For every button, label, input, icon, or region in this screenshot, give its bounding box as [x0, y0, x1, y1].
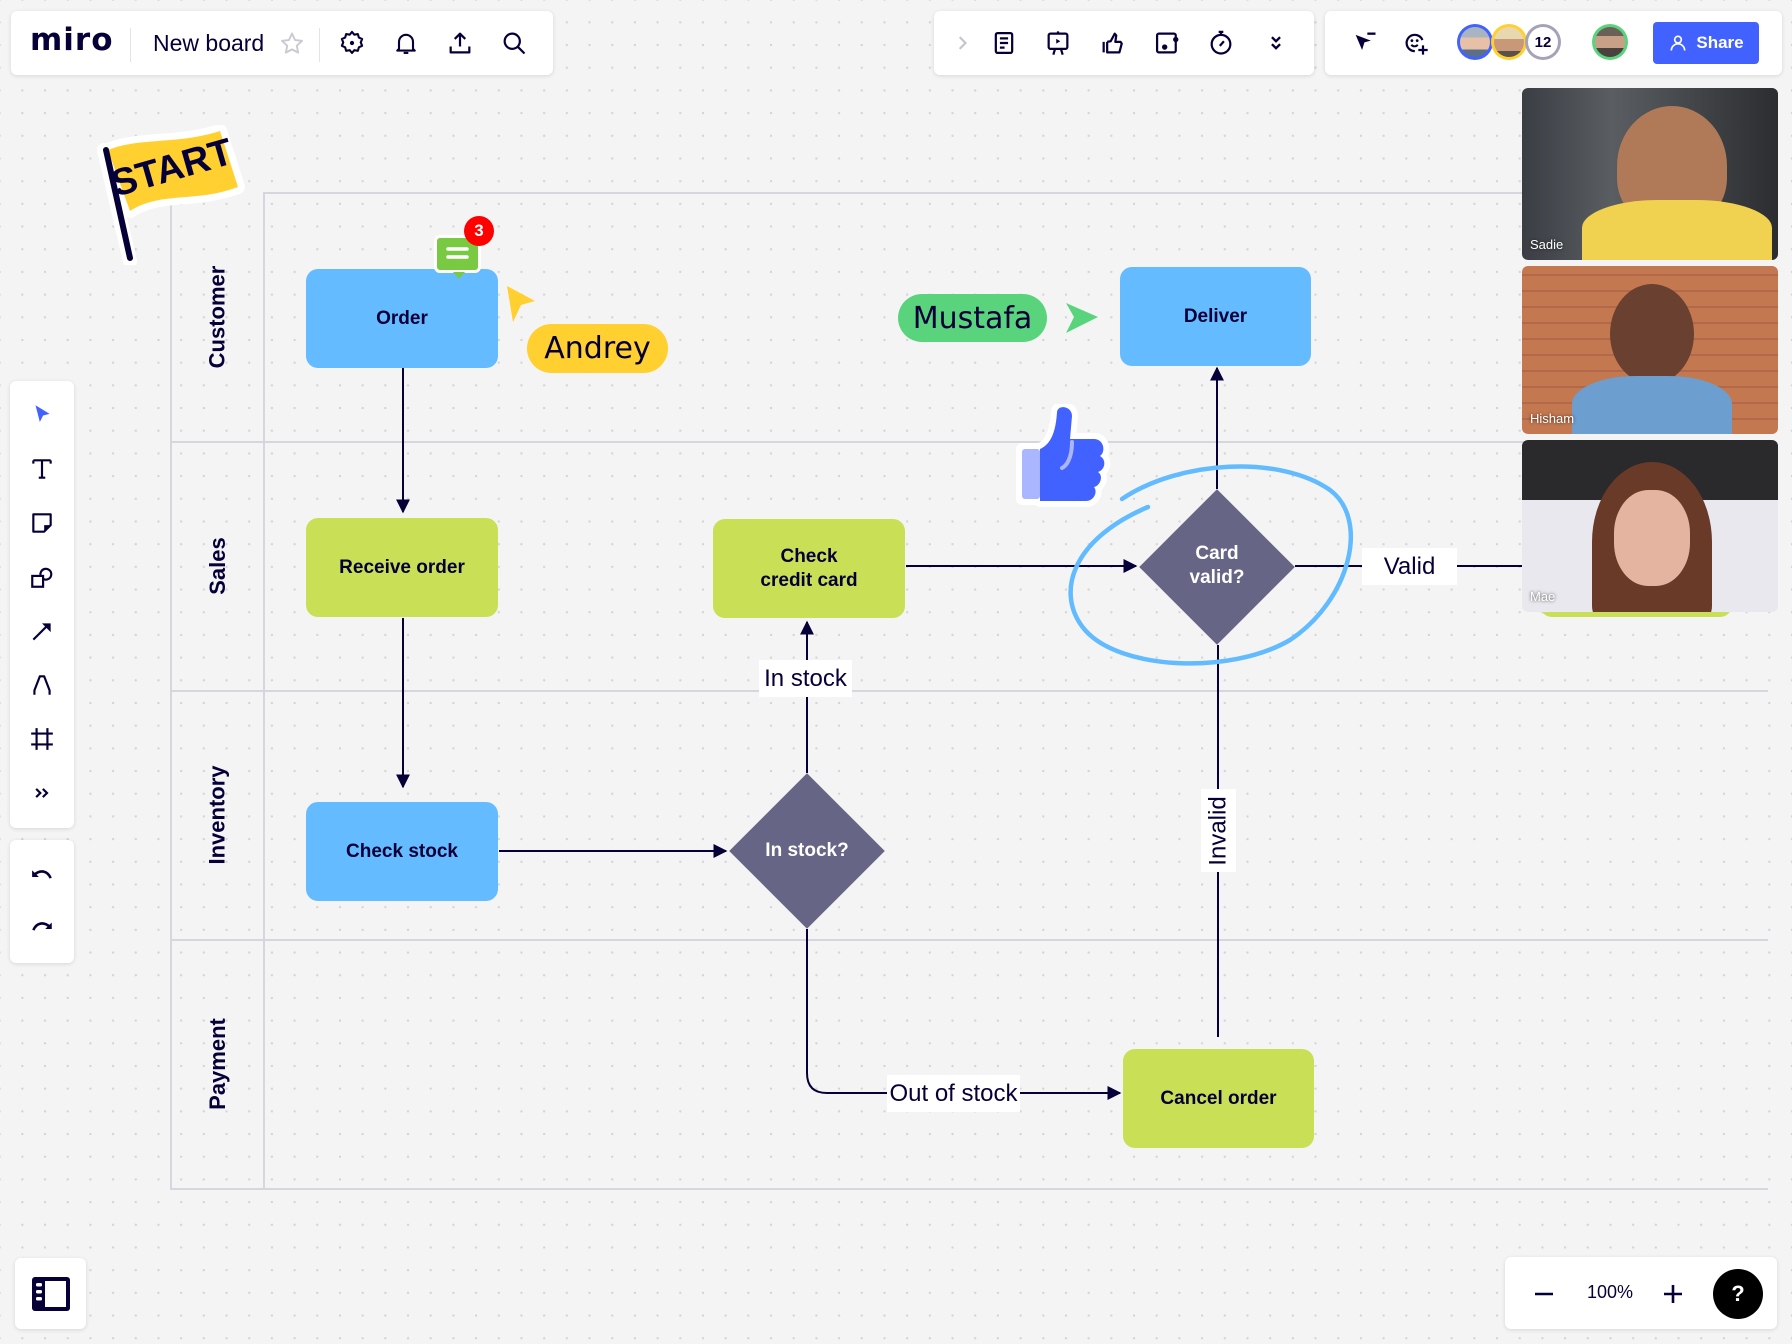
flow-node-check-stock[interactable]: Check stock	[306, 802, 498, 901]
participants-count[interactable]: 12	[1525, 24, 1561, 60]
undo-icon[interactable]	[20, 855, 64, 899]
lane-divider	[171, 690, 1768, 692]
plus-icon	[1664, 1285, 1682, 1303]
notes-icon[interactable]	[988, 27, 1020, 59]
cursor-andrey-pointer	[507, 286, 535, 322]
connector-instock-cancel	[806, 929, 1122, 1100]
edge-label-in-stock[interactable]: In stock	[759, 660, 852, 697]
comment-count-badge: 3	[464, 216, 494, 246]
frame-icon[interactable]	[20, 717, 64, 761]
lane-label-inventory: Inventory	[204, 765, 230, 865]
shapes-icon[interactable]	[20, 555, 64, 599]
video-feed	[1614, 490, 1690, 586]
video-feed	[1582, 200, 1772, 260]
lane-divider	[171, 939, 1768, 941]
bell-icon[interactable]	[390, 27, 422, 59]
node-label: Check stock	[346, 840, 458, 862]
node-label: Deliver	[1183, 305, 1248, 327]
divider	[319, 28, 320, 62]
edge-label-out-of-stock[interactable]: Out of stock	[887, 1075, 1020, 1112]
zoom-level[interactable]: 100%	[1578, 1282, 1642, 1303]
timer-icon[interactable]	[1205, 27, 1237, 59]
zoom-in-button[interactable]	[1657, 1278, 1689, 1310]
video-feed	[1572, 376, 1732, 434]
sidebar-icon	[31, 1276, 70, 1311]
share-label: Share	[1696, 33, 1744, 52]
flow-node-cancel-order[interactable]: Cancel order	[1123, 1049, 1314, 1148]
node-label: Receive order	[339, 556, 465, 578]
share-button[interactable]: Share	[1653, 22, 1759, 64]
minus-icon	[1535, 1292, 1553, 1296]
participant-name: Hisham	[1530, 411, 1575, 426]
node-label: Check	[780, 545, 838, 567]
more-tools-icon[interactable]	[20, 771, 64, 815]
thumbs-up-icon[interactable]	[1097, 27, 1129, 59]
cursor-label-mustafa: Mustafa	[898, 294, 1047, 342]
flow-node-receive-order[interactable]: Receive order	[306, 518, 498, 617]
text-icon[interactable]	[20, 447, 64, 491]
lane-label-sales: Sales	[204, 537, 230, 595]
cursor-label-andrey: Andrey	[527, 324, 668, 373]
more-icon[interactable]	[1260, 27, 1292, 59]
edge-label-valid[interactable]: Valid	[1362, 548, 1457, 585]
participant-name: Mae	[1530, 589, 1556, 604]
decision-card-valid-label: Card valid?	[1189, 543, 1245, 588]
video-tile-hisham[interactable]: Hisham	[1522, 266, 1778, 434]
sticky-note-icon[interactable]	[20, 501, 64, 545]
node-label: credit card	[760, 569, 858, 591]
presentation-icon[interactable]	[1042, 27, 1074, 59]
cursor-mustafa-pointer	[1066, 303, 1098, 333]
miro-logo[interactable]: miro	[30, 22, 114, 58]
edge-label-invalid[interactable]: Invalid	[1201, 789, 1236, 872]
video-feed	[1610, 284, 1694, 384]
participants-count-label: 12	[1528, 27, 1558, 57]
flow-node-deliver[interactable]: Deliver	[1120, 267, 1311, 366]
participant-name: Sadie	[1530, 237, 1564, 252]
pen-icon[interactable]	[20, 663, 64, 707]
search-icon[interactable]	[498, 27, 530, 59]
card-icon[interactable]	[1151, 27, 1183, 59]
avatar[interactable]	[1457, 24, 1493, 60]
star-icon[interactable]	[276, 28, 308, 60]
flow-node-check-credit-card[interactable]: Check credit card	[713, 519, 905, 618]
redo-icon[interactable]	[20, 907, 64, 951]
node-label: Cancel order	[1160, 1087, 1277, 1109]
chevron-right-icon[interactable]	[946, 27, 978, 59]
node-label: Order	[376, 307, 428, 329]
gear-icon[interactable]	[336, 27, 368, 59]
frames-panel-toggle[interactable]	[15, 1258, 86, 1329]
video-tile-mae[interactable]: Mae	[1522, 440, 1778, 612]
start-flag-sticker[interactable]: START	[96, 125, 246, 265]
decision-in-stock-label: In stock?	[765, 840, 849, 861]
help-button[interactable]: ?	[1713, 1269, 1763, 1319]
lane-label-payment: Payment	[204, 1018, 230, 1110]
zoom-out-button[interactable]	[1528, 1278, 1560, 1310]
video-tile-sadie[interactable]: Sadie	[1522, 88, 1778, 260]
divider	[130, 28, 131, 62]
user-icon	[1670, 35, 1686, 51]
thumbs-up-sticker[interactable]	[1012, 404, 1112, 514]
cursor-filter-icon[interactable]	[1349, 27, 1381, 59]
reaction-add-icon[interactable]	[1400, 27, 1432, 59]
upload-icon[interactable]	[444, 27, 476, 59]
connector-icon[interactable]	[20, 609, 64, 653]
flow-node-order[interactable]: Order	[306, 269, 498, 368]
current-user-avatar[interactable]	[1592, 24, 1628, 60]
board-name[interactable]: New board	[153, 30, 264, 57]
lane-bottom-border	[171, 1188, 1768, 1190]
select-icon[interactable]	[20, 393, 64, 437]
avatar[interactable]	[1491, 24, 1527, 60]
